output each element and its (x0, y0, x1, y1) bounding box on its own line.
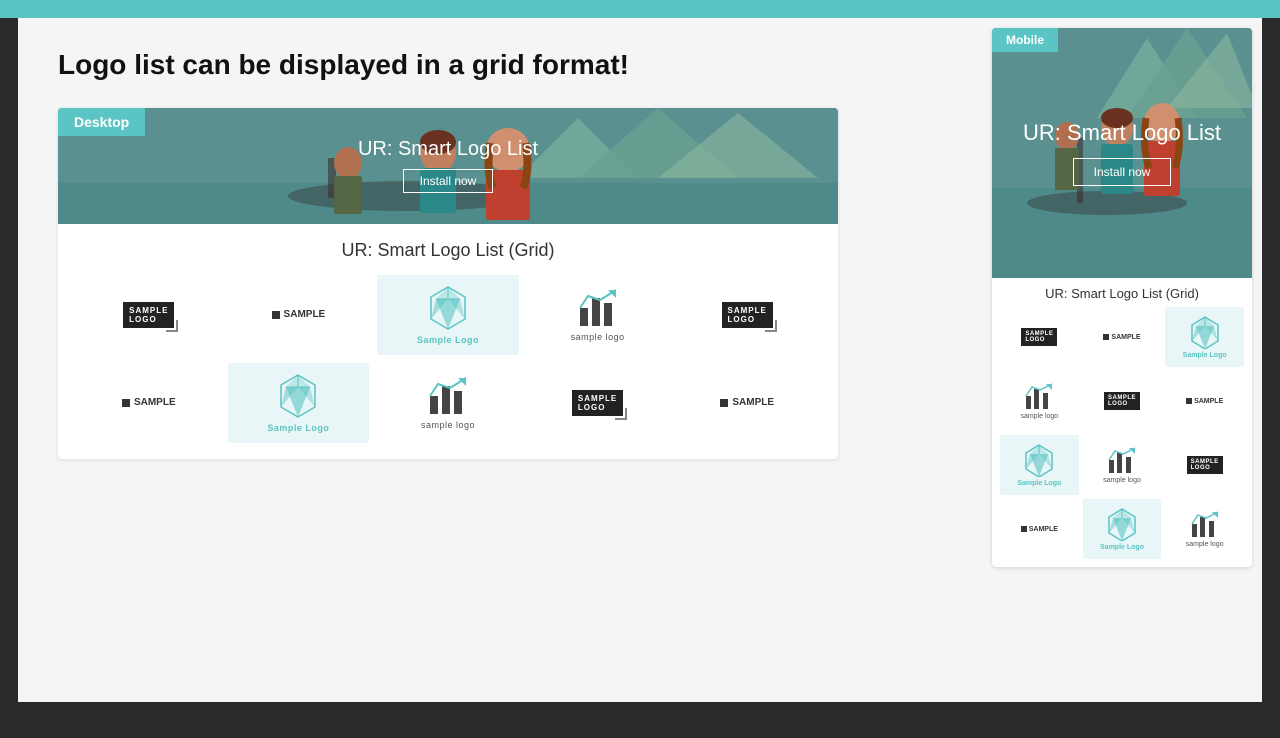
logo-item-6: SAMPLE (78, 363, 220, 443)
mobile-logo-text-1: SAMPLE (1103, 334, 1140, 341)
mobile-logo-text-2: SAMPLE (1186, 398, 1223, 405)
logo-caption-dark-2: sample logo (421, 420, 475, 430)
mobile-logo-sample-3: SAMPLELOGO (1187, 456, 1223, 474)
logo-item-10: SAMPLE (676, 363, 818, 443)
mobile-chart-3 (1191, 510, 1219, 538)
left-panel: Logo list can be displayed in a grid for… (18, 18, 992, 702)
logo-item-3: Sample Logo (377, 275, 519, 355)
chart-logo-2 (428, 376, 468, 416)
mobile-banner-app-name: UR: Smart Logo List (1023, 120, 1221, 146)
mobile-logo-caption-3: Sample Logo (1100, 544, 1144, 551)
logo-sample-dark-2: SAMPLELOGO (722, 302, 773, 328)
mobile-logo-caption-dark-3: sample logo (1186, 541, 1224, 548)
logo-item-1: SAMPLELOGO (78, 275, 220, 355)
gem-logo-2 (275, 373, 321, 419)
mobile-banner-title: UR: Smart Logo List Install now (1003, 120, 1241, 186)
logo-text-sample-3: SAMPLE (720, 397, 774, 408)
mobile-install-button[interactable]: Install now (1073, 158, 1172, 186)
main-container: Logo list can be displayed in a grid for… (18, 18, 1262, 702)
sq-icon-1 (272, 311, 280, 319)
desktop-banner: Desktop (58, 108, 838, 224)
desktop-logo-grid: SAMPLELOGO SAMPLE (78, 275, 818, 443)
mobile-gem-2 (1022, 443, 1056, 477)
mobile-logo-grid: SAMPLELOGO SAMPLE (992, 307, 1252, 567)
mobile-gem-1 (1188, 315, 1222, 349)
logo-text-sample-1: SAMPLE (272, 309, 326, 320)
desktop-label: Desktop (58, 108, 145, 136)
logo-item-2: SAMPLE (228, 275, 370, 355)
mobile-logo-item-9: SAMPLELOGO (1165, 435, 1244, 495)
top-bar (0, 0, 1280, 18)
mobile-logo-item-7: Sample Logo (1000, 435, 1079, 495)
logo-caption-dark-1: sample logo (571, 332, 625, 342)
mobile-logo-item-1: SAMPLELOGO (1000, 307, 1079, 367)
logo-item-4: sample logo (527, 275, 669, 355)
logo-item-8: sample logo (377, 363, 519, 443)
mobile-sq-3 (1021, 526, 1027, 532)
desktop-grid-section: UR: Smart Logo List (Grid) SAMPLELOGO SA… (58, 224, 838, 459)
mobile-logo-item-12: sample logo (1165, 499, 1244, 559)
logo-item-5: SAMPLELOGO (676, 275, 818, 355)
mobile-gem-3 (1105, 507, 1139, 541)
mobile-logo-caption-dark-2: sample logo (1103, 477, 1141, 484)
mobile-chart-1 (1025, 382, 1053, 410)
logo-sample-dark-1: SAMPLELOGO (123, 302, 174, 328)
desktop-banner-app-name: UR: Smart Logo List (358, 138, 538, 161)
mobile-logo-item-6: SAMPLE (1165, 371, 1244, 431)
mobile-logo-caption-1: Sample Logo (1183, 352, 1227, 359)
page-heading: Logo list can be displayed in a grid for… (58, 48, 758, 82)
chart-logo-1 (578, 288, 618, 328)
desktop-banner-title: UR: Smart Logo List Install now (358, 138, 538, 193)
gem-logo-1 (425, 285, 471, 331)
mobile-logo-item-4: sample logo (1000, 371, 1079, 431)
mobile-logo-sample-1: SAMPLELOGO (1021, 328, 1057, 346)
mobile-logo-caption-2: Sample Logo (1017, 480, 1061, 487)
logo-caption-1: Sample Logo (417, 335, 479, 345)
mobile-banner: Mobile (992, 28, 1252, 278)
mobile-card: Mobile (992, 28, 1252, 567)
mobile-logo-item-5: SAMPLELOGO (1083, 371, 1162, 431)
logo-sample-dark-3: SAMPLELOGO (572, 390, 623, 416)
mobile-label: Mobile (992, 28, 1058, 52)
desktop-grid-title: UR: Smart Logo List (Grid) (78, 240, 818, 261)
desktop-card: Desktop (58, 108, 838, 459)
mobile-logo-caption-dark-1: sample logo (1020, 413, 1058, 420)
logo-caption-2: Sample Logo (267, 423, 329, 433)
mobile-sq-1 (1103, 334, 1109, 340)
desktop-install-button[interactable]: Install now (403, 169, 494, 193)
sq-icon-2 (122, 399, 130, 407)
right-panel: Mobile (992, 18, 1262, 702)
mobile-logo-item-2: SAMPLE (1083, 307, 1162, 367)
mobile-logo-item-10: SAMPLE (1000, 499, 1079, 559)
sq-icon-3 (720, 399, 728, 407)
mobile-logo-item-11: Sample Logo (1083, 499, 1162, 559)
logo-text-sample-2: SAMPLE (122, 397, 176, 408)
mobile-logo-text-3: SAMPLE (1021, 526, 1058, 533)
logo-item-9: SAMPLELOGO (527, 363, 669, 443)
logo-item-7: Sample Logo (228, 363, 370, 443)
mobile-grid-title: UR: Smart Logo List (Grid) (992, 278, 1252, 307)
mobile-logo-sample-2: SAMPLELOGO (1104, 392, 1140, 410)
mobile-logo-item-3: Sample Logo (1165, 307, 1244, 367)
mobile-chart-2 (1108, 446, 1136, 474)
mobile-sq-2 (1186, 398, 1192, 404)
mobile-logo-item-8: sample logo (1083, 435, 1162, 495)
